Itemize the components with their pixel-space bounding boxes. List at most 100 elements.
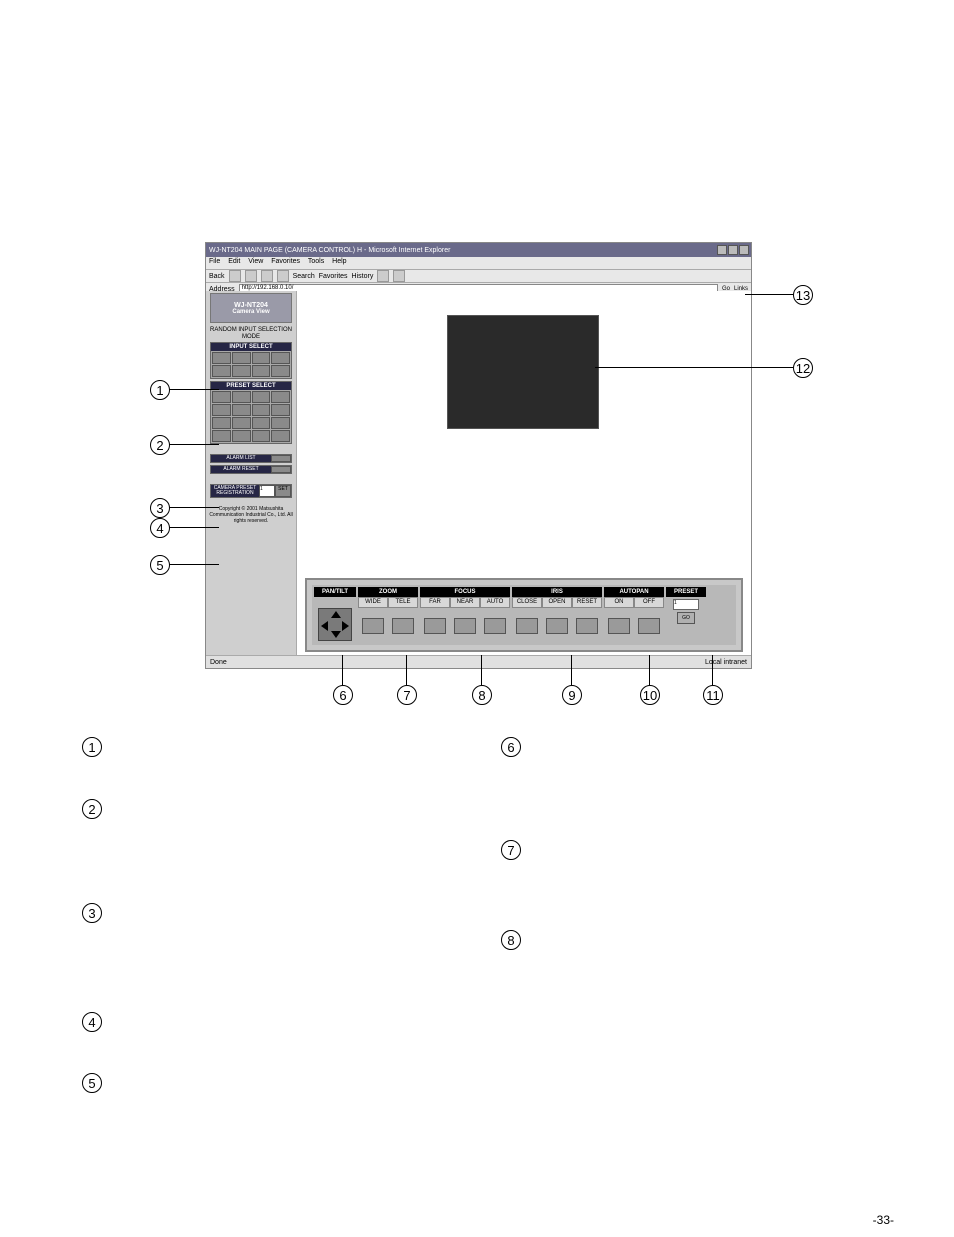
forward-button[interactable] bbox=[229, 270, 241, 282]
cpr-set-button[interactable]: SET bbox=[275, 485, 291, 497]
maximize-button[interactable] bbox=[728, 245, 738, 255]
page-content: WJ-NT204 Camera View RANDOM INPUT SELECT… bbox=[206, 291, 751, 656]
print-button[interactable] bbox=[393, 270, 405, 282]
statusbar: Done Local intranet bbox=[206, 655, 751, 668]
back-button[interactable]: Back bbox=[209, 273, 225, 280]
callout-1: 1 bbox=[150, 380, 170, 400]
preset-cell[interactable] bbox=[232, 391, 251, 403]
leader-9 bbox=[571, 655, 572, 685]
leader-6 bbox=[342, 655, 343, 685]
input-cell[interactable] bbox=[252, 365, 271, 377]
callout-3: 3 bbox=[150, 498, 170, 518]
stop-button[interactable] bbox=[245, 270, 257, 282]
autopan-on-button[interactable] bbox=[608, 618, 630, 634]
logo-subtitle: Camera View bbox=[232, 309, 269, 315]
home-button[interactable] bbox=[277, 270, 289, 282]
menu-favorites[interactable]: Favorites bbox=[271, 258, 300, 265]
preset-cell[interactable] bbox=[252, 391, 271, 403]
mail-button[interactable] bbox=[377, 270, 389, 282]
cpr-number-select[interactable]: 1 bbox=[259, 485, 275, 497]
alarm-list-button[interactable] bbox=[271, 455, 291, 462]
menu-file[interactable]: File bbox=[209, 258, 220, 265]
leader-2 bbox=[169, 444, 219, 445]
focus-near-button[interactable] bbox=[454, 618, 476, 634]
focus-auto-button[interactable] bbox=[484, 618, 506, 634]
preset-cell[interactable] bbox=[212, 391, 231, 403]
preset-number-input[interactable]: 1 bbox=[673, 599, 699, 610]
product-logo: WJ-NT204 Camera View bbox=[210, 293, 292, 323]
iris-reset-button[interactable] bbox=[576, 618, 598, 634]
focus-far-button[interactable] bbox=[424, 618, 446, 634]
logo-title: WJ-NT204 bbox=[234, 302, 268, 309]
control-bar-inner: PAN/TILT ZOOM W bbox=[312, 585, 736, 645]
input-cell[interactable] bbox=[212, 352, 231, 364]
preset-cell[interactable] bbox=[252, 404, 271, 416]
zoom-tele-button[interactable] bbox=[392, 618, 414, 634]
pantilt-pad bbox=[318, 608, 352, 641]
preset-cell[interactable] bbox=[232, 430, 251, 442]
preset-cell[interactable] bbox=[271, 391, 290, 403]
history-button[interactable]: History bbox=[352, 273, 374, 280]
page-number: -33- bbox=[873, 1213, 894, 1227]
menu-tools[interactable]: Tools bbox=[308, 258, 324, 265]
callout-12: 12 bbox=[793, 358, 813, 378]
preset-cell[interactable] bbox=[232, 417, 251, 429]
preset-cell[interactable] bbox=[271, 417, 290, 429]
preset-select-panel: PRESET SELECT bbox=[210, 381, 292, 444]
input-cell[interactable] bbox=[212, 365, 231, 377]
leader-12 bbox=[595, 367, 793, 368]
minimize-button[interactable] bbox=[717, 245, 727, 255]
refresh-button[interactable] bbox=[261, 270, 273, 282]
pan-left-button[interactable] bbox=[321, 621, 328, 631]
titlebar: WJ-NT204 MAIN PAGE (CAMERA CONTROL) H - … bbox=[206, 243, 751, 257]
browser-window: WJ-NT204 MAIN PAGE (CAMERA CONTROL) H - … bbox=[205, 242, 752, 669]
input-cell[interactable] bbox=[271, 352, 290, 364]
desc-marker-5: 5 bbox=[82, 1073, 102, 1093]
preset-go-button[interactable]: GO bbox=[677, 612, 695, 624]
preset-cell[interactable] bbox=[212, 404, 231, 416]
autopan-column: AUTOPAN ON OFF bbox=[604, 587, 664, 643]
camera-preset-registration-panel: CAMERA PRESET REGISTRATION 1 SET bbox=[210, 484, 292, 498]
preset-cell[interactable] bbox=[232, 404, 251, 416]
search-button[interactable]: Search bbox=[293, 273, 315, 280]
focus-header: FOCUS bbox=[420, 587, 510, 597]
close-button[interactable] bbox=[739, 245, 749, 255]
preset-cell[interactable] bbox=[212, 430, 231, 442]
autopan-off-button[interactable] bbox=[638, 618, 660, 634]
alarm-reset-button[interactable] bbox=[271, 466, 291, 473]
pan-right-button[interactable] bbox=[342, 621, 349, 631]
preset-cell[interactable] bbox=[212, 417, 231, 429]
input-cell[interactable] bbox=[271, 365, 290, 377]
input-cell[interactable] bbox=[232, 365, 251, 377]
input-cell[interactable] bbox=[252, 352, 271, 364]
desc-marker-6: 6 bbox=[501, 737, 521, 757]
iris-open-button[interactable] bbox=[546, 618, 568, 634]
callout-10: 10 bbox=[640, 685, 660, 705]
menu-view[interactable]: View bbox=[248, 258, 263, 265]
tilt-down-button[interactable] bbox=[331, 631, 341, 638]
preset-select-header: PRESET SELECT bbox=[211, 382, 291, 390]
preset-header: PRESET bbox=[666, 587, 706, 597]
focus-column: FOCUS FAR NEAR AUTO bbox=[420, 587, 510, 643]
iris-open-label: OPEN bbox=[542, 597, 572, 608]
favorites-button[interactable]: Favorites bbox=[319, 273, 348, 280]
preset-cell[interactable] bbox=[252, 417, 271, 429]
iris-close-label: CLOSE bbox=[512, 597, 542, 608]
tilt-up-button[interactable] bbox=[331, 611, 341, 618]
preset-cell[interactable] bbox=[271, 404, 290, 416]
preset-cell[interactable] bbox=[252, 430, 271, 442]
input-cell[interactable] bbox=[232, 352, 251, 364]
toolbar: Back Search Favorites History bbox=[206, 270, 751, 283]
zoom-wide-button[interactable] bbox=[362, 618, 384, 634]
desc-marker-3: 3 bbox=[82, 903, 102, 923]
callout-5: 5 bbox=[150, 555, 170, 575]
zoom-wide-label: WIDE bbox=[358, 597, 388, 608]
input-select-grid bbox=[211, 351, 291, 378]
preset-cell[interactable] bbox=[271, 430, 290, 442]
iris-close-button[interactable] bbox=[516, 618, 538, 634]
preset-column: PRESET 1 GO bbox=[666, 587, 706, 643]
menu-edit[interactable]: Edit bbox=[228, 258, 240, 265]
callout-6: 6 bbox=[333, 685, 353, 705]
preset-select-grid bbox=[211, 390, 291, 443]
menu-help[interactable]: Help bbox=[332, 258, 346, 265]
